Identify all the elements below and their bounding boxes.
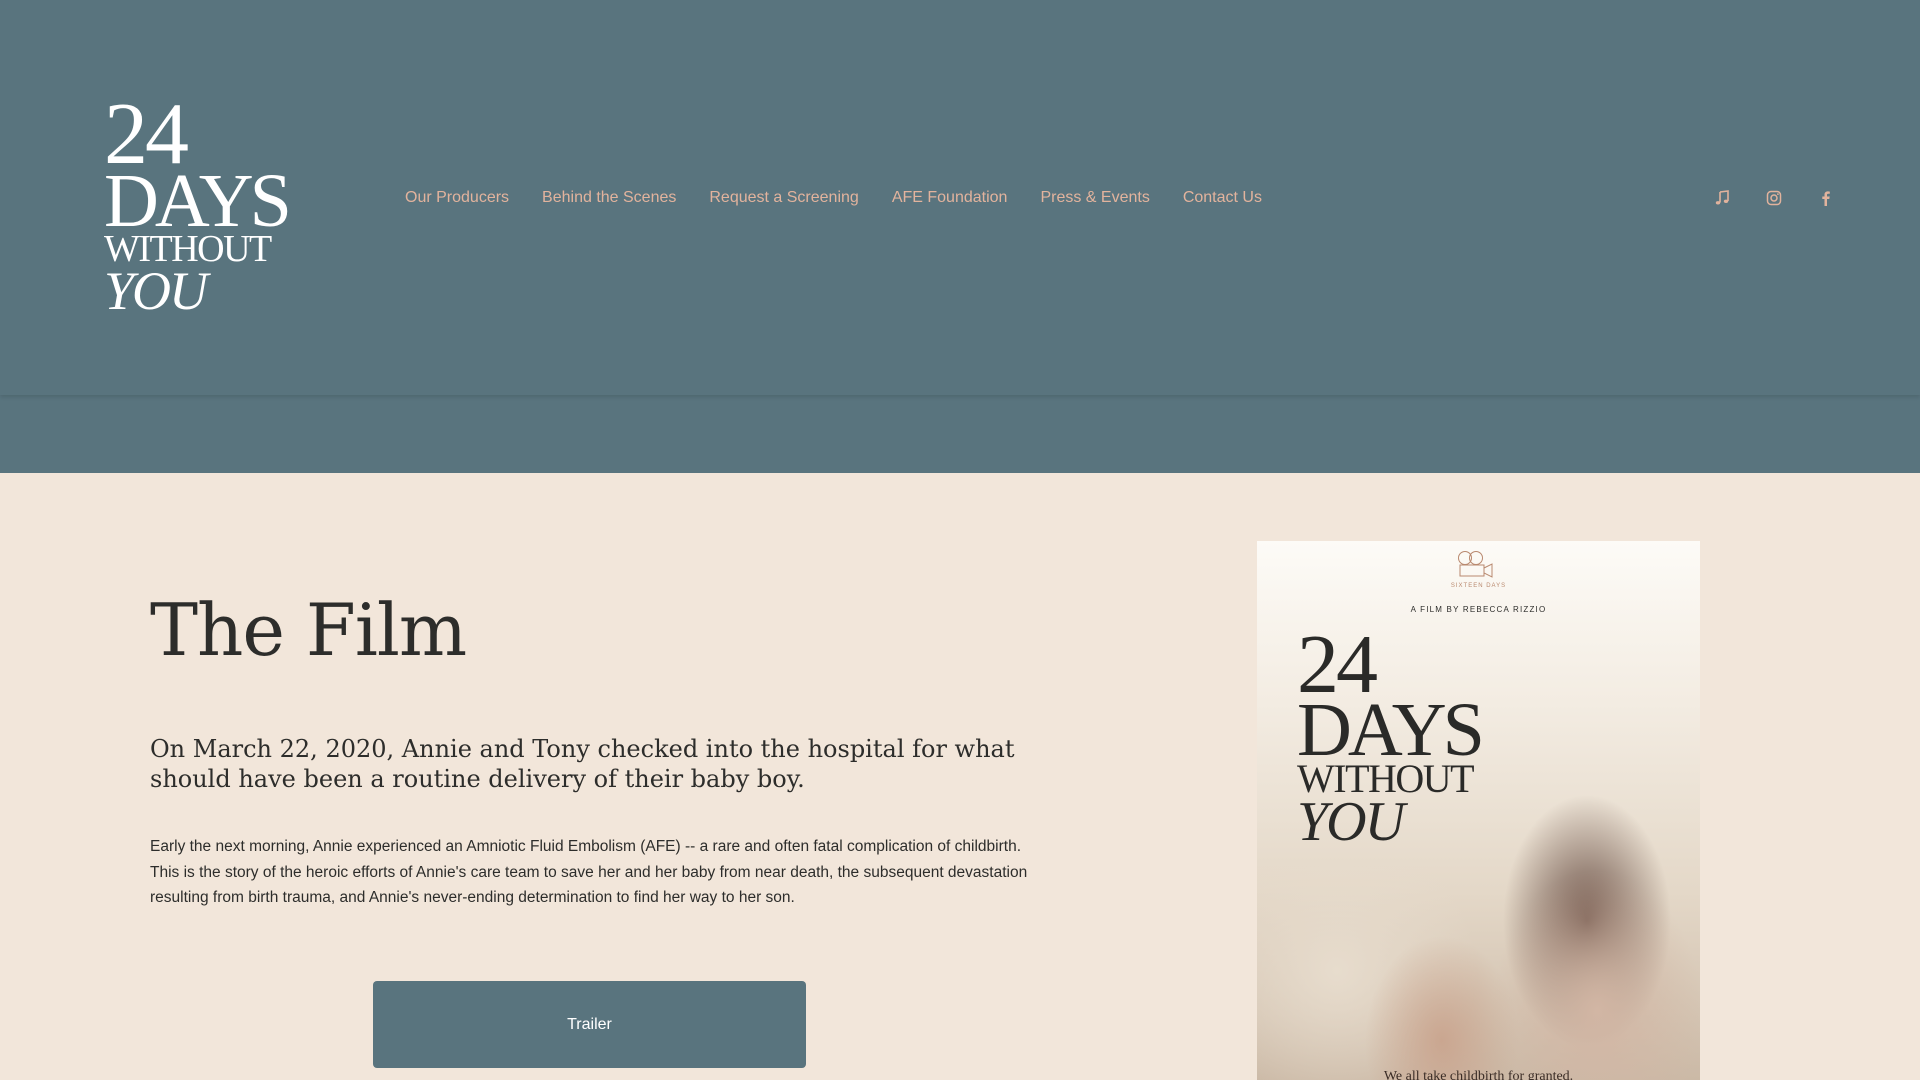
logo-line-4: YOU xyxy=(104,261,208,321)
film-camera-icon xyxy=(1458,551,1493,578)
site-logo[interactable]: 24 DAYS WITHOUT YOU xyxy=(104,91,292,321)
trailer-button[interactable]: Trailer xyxy=(373,981,806,1068)
poster-tagline: We all take childbirth for granted. xyxy=(1383,1069,1574,1080)
film-description: Early the next morning, Annie experience… xyxy=(150,838,1028,906)
film-subhead: On March 22, 2020, Annie and Tony checke… xyxy=(150,735,1015,793)
page-title: The Film xyxy=(150,588,467,672)
poster-byline: A FILM BY REBECCA RIZZIO xyxy=(1410,605,1547,614)
poster-title-line-2: DAYS xyxy=(1297,688,1485,772)
nav-press-events[interactable]: Press & Events xyxy=(1040,189,1149,207)
poster-production-company: SIXTEEN DAYS xyxy=(1450,583,1507,589)
film-poster: SIXTEEN DAYS A FILM BY REBECCA RIZZIO 24… xyxy=(1257,541,1700,1080)
main-nav: Our Producers Behind the Scenes Request … xyxy=(405,186,1295,210)
music-note-icon[interactable] xyxy=(1710,186,1734,210)
instagram-icon[interactable] xyxy=(1762,186,1786,210)
nav-afe-foundation[interactable]: AFE Foundation xyxy=(892,189,1008,207)
header-band xyxy=(0,395,1920,473)
logo-line-2: DAYS xyxy=(104,159,292,243)
poster-title-line-4: YOU xyxy=(1297,791,1405,853)
nav-behind-the-scenes[interactable]: Behind the Scenes xyxy=(542,189,676,207)
poster-title: 24 DAYS WITHOUT YOU xyxy=(1297,623,1485,853)
facebook-icon[interactable] xyxy=(1814,186,1838,210)
nav-contact-us[interactable]: Contact Us xyxy=(1183,189,1262,207)
social-links xyxy=(1710,186,1838,210)
nav-request-a-screening[interactable]: Request a Screening xyxy=(709,189,858,207)
nav-our-producers[interactable]: Our Producers xyxy=(405,189,509,207)
site-header: 24 DAYS WITHOUT YOU Our Producers Behind… xyxy=(0,0,1920,395)
